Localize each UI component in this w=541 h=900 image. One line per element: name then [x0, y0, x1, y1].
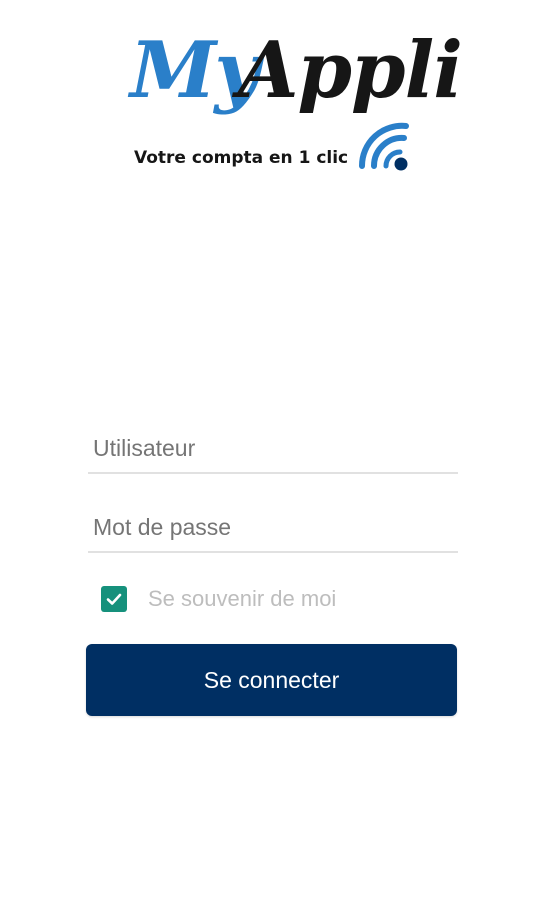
app-logo: My Appli Votre compta en 1 clic — [130, 32, 463, 182]
logo-title-appli: Appli — [238, 25, 463, 116]
password-field — [88, 495, 458, 553]
username-input[interactable] — [93, 435, 453, 462]
username-field — [88, 416, 458, 474]
remember-me-label: Se souvenir de moi — [148, 586, 337, 611]
login-button[interactable]: Se connecter — [86, 644, 457, 716]
checkmark-icon — [106, 593, 122, 605]
remember-me-row[interactable]: Se souvenir de moi — [101, 585, 336, 613]
remember-me-checkbox[interactable] — [101, 586, 127, 612]
password-input[interactable] — [93, 514, 453, 541]
logo-tagline: Votre compta en 1 clic — [134, 148, 349, 168]
wifi-signal-icon — [358, 122, 409, 171]
